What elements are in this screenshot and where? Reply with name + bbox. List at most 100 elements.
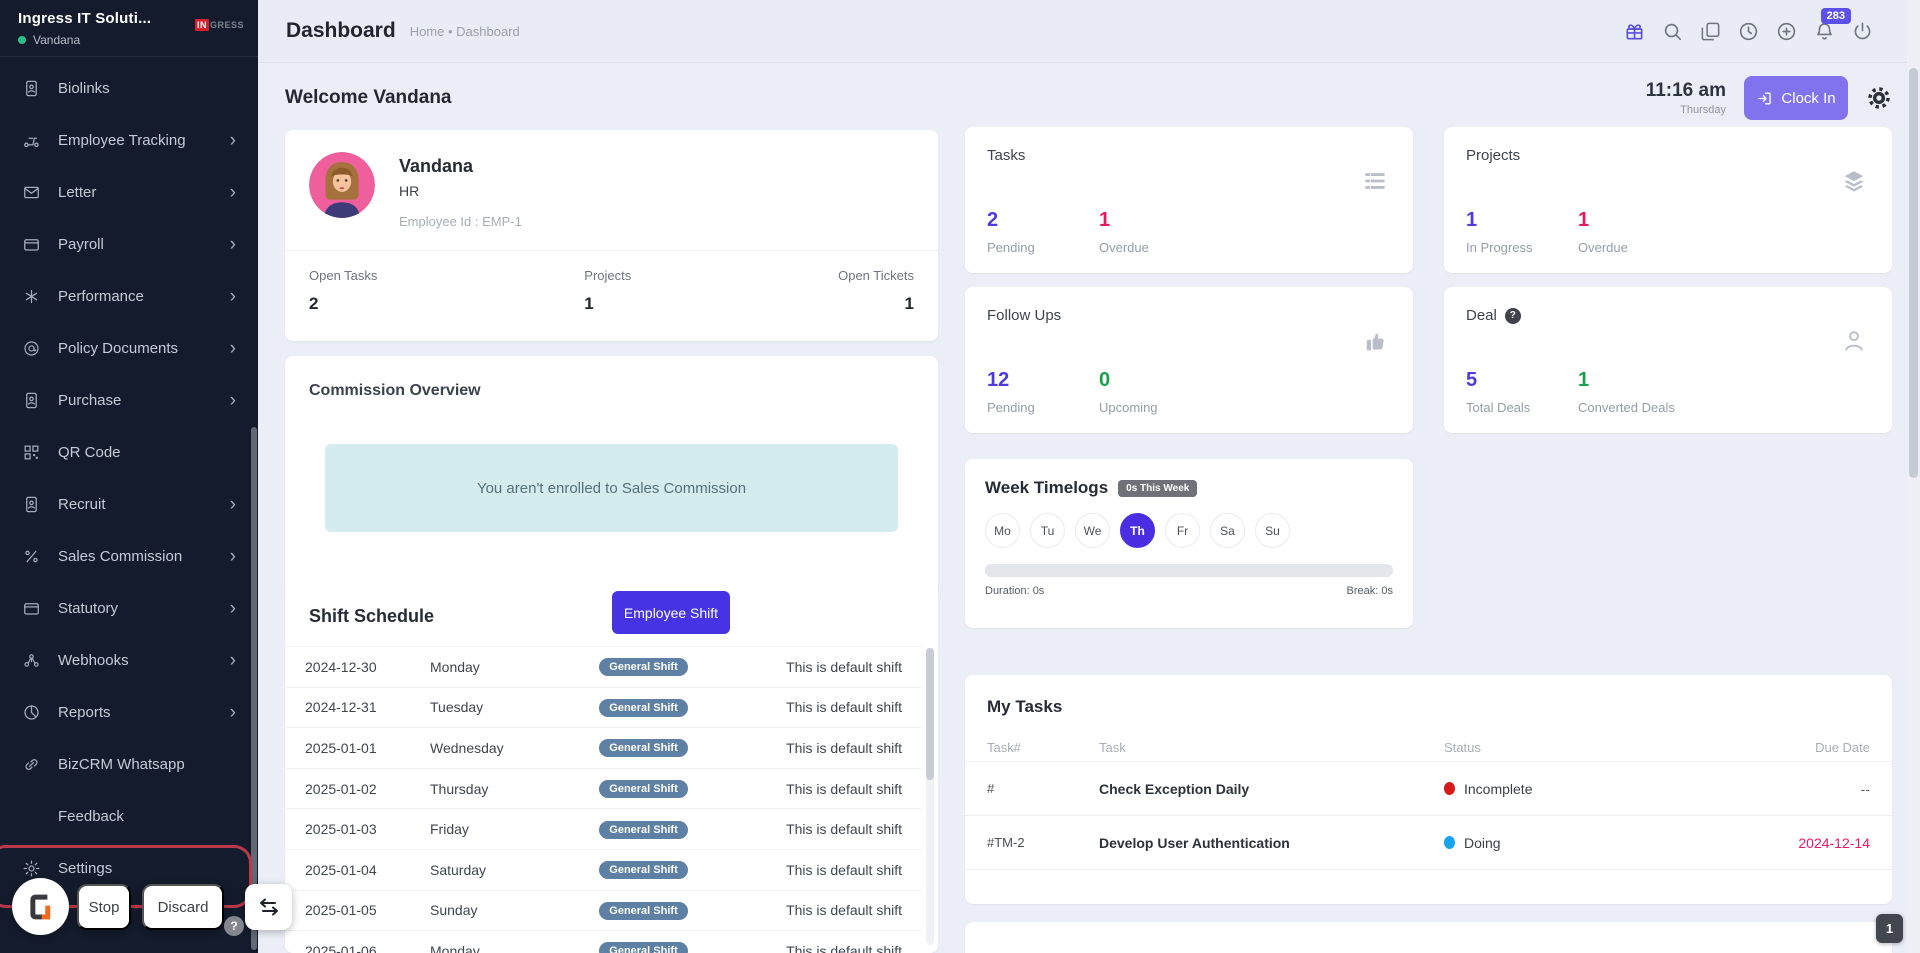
sidebar-item-label: Letter: [58, 184, 213, 201]
topbar-actions: 283: [1623, 20, 1892, 43]
add-icon[interactable]: [1775, 20, 1798, 43]
table-row: # Check Exception Daily Incomplete --: [965, 762, 1892, 816]
webhook-icon: [22, 651, 41, 670]
topbar: Dashboard Home • Dashboard 283: [258, 0, 1920, 63]
stat-metric-1: 12 Pending: [987, 369, 1077, 415]
shift-date: 2025-01-06: [305, 943, 430, 953]
sidebar-item[interactable]: Biolinks ›: [0, 62, 258, 114]
timelog-duration: Duration: 0s: [985, 585, 1044, 597]
stat-card-title: Deal: [1466, 307, 1497, 324]
commission-title: Commission Overview: [285, 356, 938, 400]
shift-day: Friday: [430, 821, 575, 837]
day-circle[interactable]: Fr: [1165, 513, 1200, 548]
recorder-help-badge[interactable]: ?: [224, 916, 244, 936]
id-card-icon: [22, 79, 41, 98]
shift-row: 2025-01-04 Saturday General Shift This i…: [285, 849, 922, 890]
sidebar-item[interactable]: Statutory ›: [0, 582, 258, 634]
dashboard-settings-gear-icon[interactable]: [1866, 85, 1892, 111]
sidebar-item-label: Statutory: [58, 600, 213, 617]
sidebar-scrollbar[interactable]: [251, 427, 257, 950]
chevron-right-icon: ›: [230, 235, 236, 254]
shift-note: This is default shift: [712, 821, 902, 837]
time-value: 11:16 am: [1646, 80, 1726, 102]
shift-day: Saturday: [430, 862, 575, 878]
stat-cards-grid: Tasks ? 2 Pending 1 Overdue: [965, 127, 1892, 433]
login-icon: [1756, 90, 1773, 107]
page-indicator[interactable]: 1: [1876, 914, 1903, 943]
list-icon: [1361, 167, 1389, 195]
sidebar-item[interactable]: Recruit ›: [0, 478, 258, 530]
employee-shift-button[interactable]: Employee Shift: [612, 591, 730, 634]
shift-row: 2025-01-03 Friday General Shift This is …: [285, 808, 922, 849]
clock-icon[interactable]: [1737, 20, 1760, 43]
main-scrollbar[interactable]: [1907, 0, 1920, 953]
sidebar-item[interactable]: Payroll ›: [0, 218, 258, 270]
task-due-date: --: [1700, 781, 1870, 797]
task-name: Develop User Authentication: [1099, 835, 1444, 851]
day-circle[interactable]: Su: [1255, 513, 1290, 548]
commission-alert: You aren't enrolled to Sales Commission: [325, 444, 898, 532]
sidebar: Ingress IT Soluti... Vandana INGRESS Bio…: [0, 0, 258, 953]
thumbs-up-icon: [1361, 327, 1389, 355]
gift-icon[interactable]: [1623, 20, 1646, 43]
sidebar-item[interactable]: BizCRM Whatsapp ›: [0, 738, 258, 790]
shift-date: 2024-12-31: [305, 699, 430, 715]
power-icon[interactable]: [1851, 20, 1874, 43]
timelogs-days: Mo Tu We Th Fr Sa Su: [985, 513, 1393, 548]
shift-note: This is default shift: [712, 781, 902, 797]
day-circle[interactable]: We: [1075, 513, 1110, 548]
stat-card-title: Follow Ups: [987, 307, 1061, 324]
status-dot: [1444, 782, 1455, 795]
chevron-right-icon: ›: [230, 287, 236, 306]
clock-in-button[interactable]: Clock In: [1744, 76, 1848, 120]
task-id: #: [987, 781, 1099, 796]
stop-recording-button[interactable]: Stop: [77, 884, 131, 930]
sidebar-item-label: Payroll: [58, 236, 213, 253]
shift-schedule-title: Shift Schedule: [309, 606, 434, 627]
notifications-button[interactable]: 283: [1813, 20, 1836, 43]
sidebar-item[interactable]: Employee Tracking ›: [0, 114, 258, 166]
shift-table-scrollbar[interactable]: [926, 648, 934, 945]
day-circle[interactable]: Mo: [985, 513, 1020, 548]
shift-type-badge: General Shift: [599, 658, 687, 676]
help-icon[interactable]: ?: [1505, 308, 1521, 324]
sidebar-item-label: BizCRM Whatsapp: [58, 756, 213, 773]
swap-button[interactable]: [245, 884, 292, 930]
sidebar-item[interactable]: Performance ›: [0, 270, 258, 322]
shift-day: Tuesday: [430, 699, 575, 715]
shift-date: 2025-01-02: [305, 781, 430, 797]
discard-recording-button[interactable]: Discard: [142, 884, 224, 930]
sidebar-item-label: Performance: [58, 288, 213, 305]
timelog-progress-bar: [985, 564, 1393, 577]
sidebar-item[interactable]: Feedback ›: [0, 790, 258, 842]
current-time: 11:16 am Thursday: [1646, 80, 1726, 116]
sidebar-item[interactable]: Purchase ›: [0, 374, 258, 426]
shift-type-badge: General Shift: [599, 902, 687, 920]
recorder-logo-button[interactable]: [12, 878, 69, 935]
shift-date: 2025-01-01: [305, 740, 430, 756]
sidebar-item[interactable]: QR Code ›: [0, 426, 258, 478]
shift-type-badge: General Shift: [599, 739, 687, 757]
envelope-icon: [22, 183, 41, 202]
profile-card: Vandana HR Employee Id : EMP-1 Open Task…: [285, 130, 938, 341]
sidebar-item[interactable]: Reports ›: [0, 686, 258, 738]
search-icon[interactable]: [1661, 20, 1684, 43]
shift-note: This is default shift: [712, 862, 902, 878]
day-circle[interactable]: Sa: [1210, 513, 1245, 548]
sidebar-item[interactable]: Sales Commission ›: [0, 530, 258, 582]
day-circle[interactable]: Tu: [1030, 513, 1065, 548]
employee-name: Vandana: [399, 156, 522, 177]
sidebar-item-label: Biolinks: [58, 80, 213, 97]
my-tasks-title: My Tasks: [965, 675, 1892, 717]
day-circle[interactable]: Th: [1120, 513, 1155, 548]
shift-date: 2024-12-30: [305, 659, 430, 675]
notes-icon[interactable]: [1699, 20, 1722, 43]
sparkle-icon: [22, 287, 41, 306]
stat-card-title: Projects: [1466, 147, 1520, 164]
sidebar-item[interactable]: Letter ›: [0, 166, 258, 218]
sidebar-nav: Biolinks › Employee Tracking › Letter ›: [0, 62, 258, 894]
shift-row: 2024-12-30 Monday General Shift This is …: [285, 646, 922, 687]
ingress-logo: INGRESS: [195, 20, 244, 30]
sidebar-item[interactable]: Webhooks ›: [0, 634, 258, 686]
sidebar-item[interactable]: Policy Documents ›: [0, 322, 258, 374]
